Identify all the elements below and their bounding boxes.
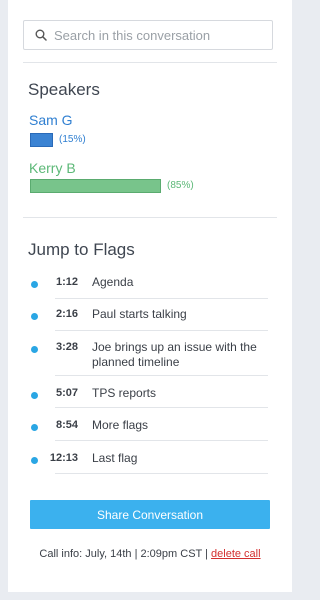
flag-separator	[55, 330, 268, 331]
divider	[23, 217, 277, 218]
speaker-percent-sam: (15%)	[59, 134, 86, 145]
speaker-bar-sam	[30, 133, 53, 147]
flag-dot-icon	[31, 424, 38, 431]
search-icon	[35, 29, 47, 41]
flag-label: TPS reports	[92, 386, 157, 400]
call-info-text: Call info: July, 14th | 2:09pm CST |	[39, 548, 212, 560]
flag-dot-icon	[31, 346, 38, 353]
speaker-percent-kerry: (85%)	[167, 180, 194, 191]
flag-time: 8:54	[55, 419, 78, 431]
flag-separator	[55, 375, 268, 376]
speaker-bar-kerry	[30, 179, 161, 193]
speaker-name-kerry: Kerry B	[29, 160, 76, 176]
flag-time: 5:07	[55, 387, 78, 399]
share-conversation-button[interactable]: Share Conversation	[30, 500, 270, 529]
flag-separator	[55, 298, 268, 299]
flag-label: Paul starts talking	[92, 307, 187, 321]
flag-label: Joe brings up an issue with the planned …	[92, 340, 257, 369]
flag-time: 12:13	[49, 452, 78, 464]
delete-call-link[interactable]: delete call	[211, 548, 261, 560]
flag-dot-icon	[31, 313, 38, 320]
flag-time: 3:28	[55, 341, 78, 353]
search-box[interactable]	[23, 20, 273, 50]
flag-separator	[55, 407, 268, 408]
flag-item-more-flags[interactable]: 8:54 More flags	[8, 418, 292, 440]
speaker-name-sam: Sam G	[29, 112, 73, 128]
flag-item-last-flag[interactable]: 12:13 Last flag	[8, 451, 292, 473]
flag-item-joe-issue[interactable]: 3:28 Joe brings up an issue with the pla…	[8, 340, 292, 372]
flag-time: 2:16	[55, 308, 78, 320]
flag-item-agenda[interactable]: 1:12 Agenda	[8, 275, 292, 297]
flags-heading: Jump to Flags	[28, 240, 135, 259]
flag-time: 1:12	[55, 276, 78, 288]
conversation-sidebar: Speakers Sam G (15%) Kerry B (85%) Jump …	[8, 0, 292, 592]
search-input[interactable]	[54, 27, 272, 43]
flag-item-tps-reports[interactable]: 5:07 TPS reports	[8, 386, 292, 408]
flag-item-paul-starts-talking[interactable]: 2:16 Paul starts talking	[8, 307, 292, 329]
flag-separator	[55, 440, 268, 441]
divider	[23, 62, 277, 63]
speakers-heading: Speakers	[28, 80, 100, 99]
flag-separator	[55, 473, 268, 474]
flag-label: Last flag	[92, 451, 138, 465]
flag-dot-icon	[31, 457, 38, 464]
flag-label: More flags	[92, 418, 149, 432]
call-info: Call info: July, 14th | 2:09pm CST | del…	[8, 548, 292, 560]
flag-dot-icon	[31, 281, 38, 288]
flag-label: Agenda	[92, 275, 134, 289]
flag-dot-icon	[31, 392, 38, 399]
